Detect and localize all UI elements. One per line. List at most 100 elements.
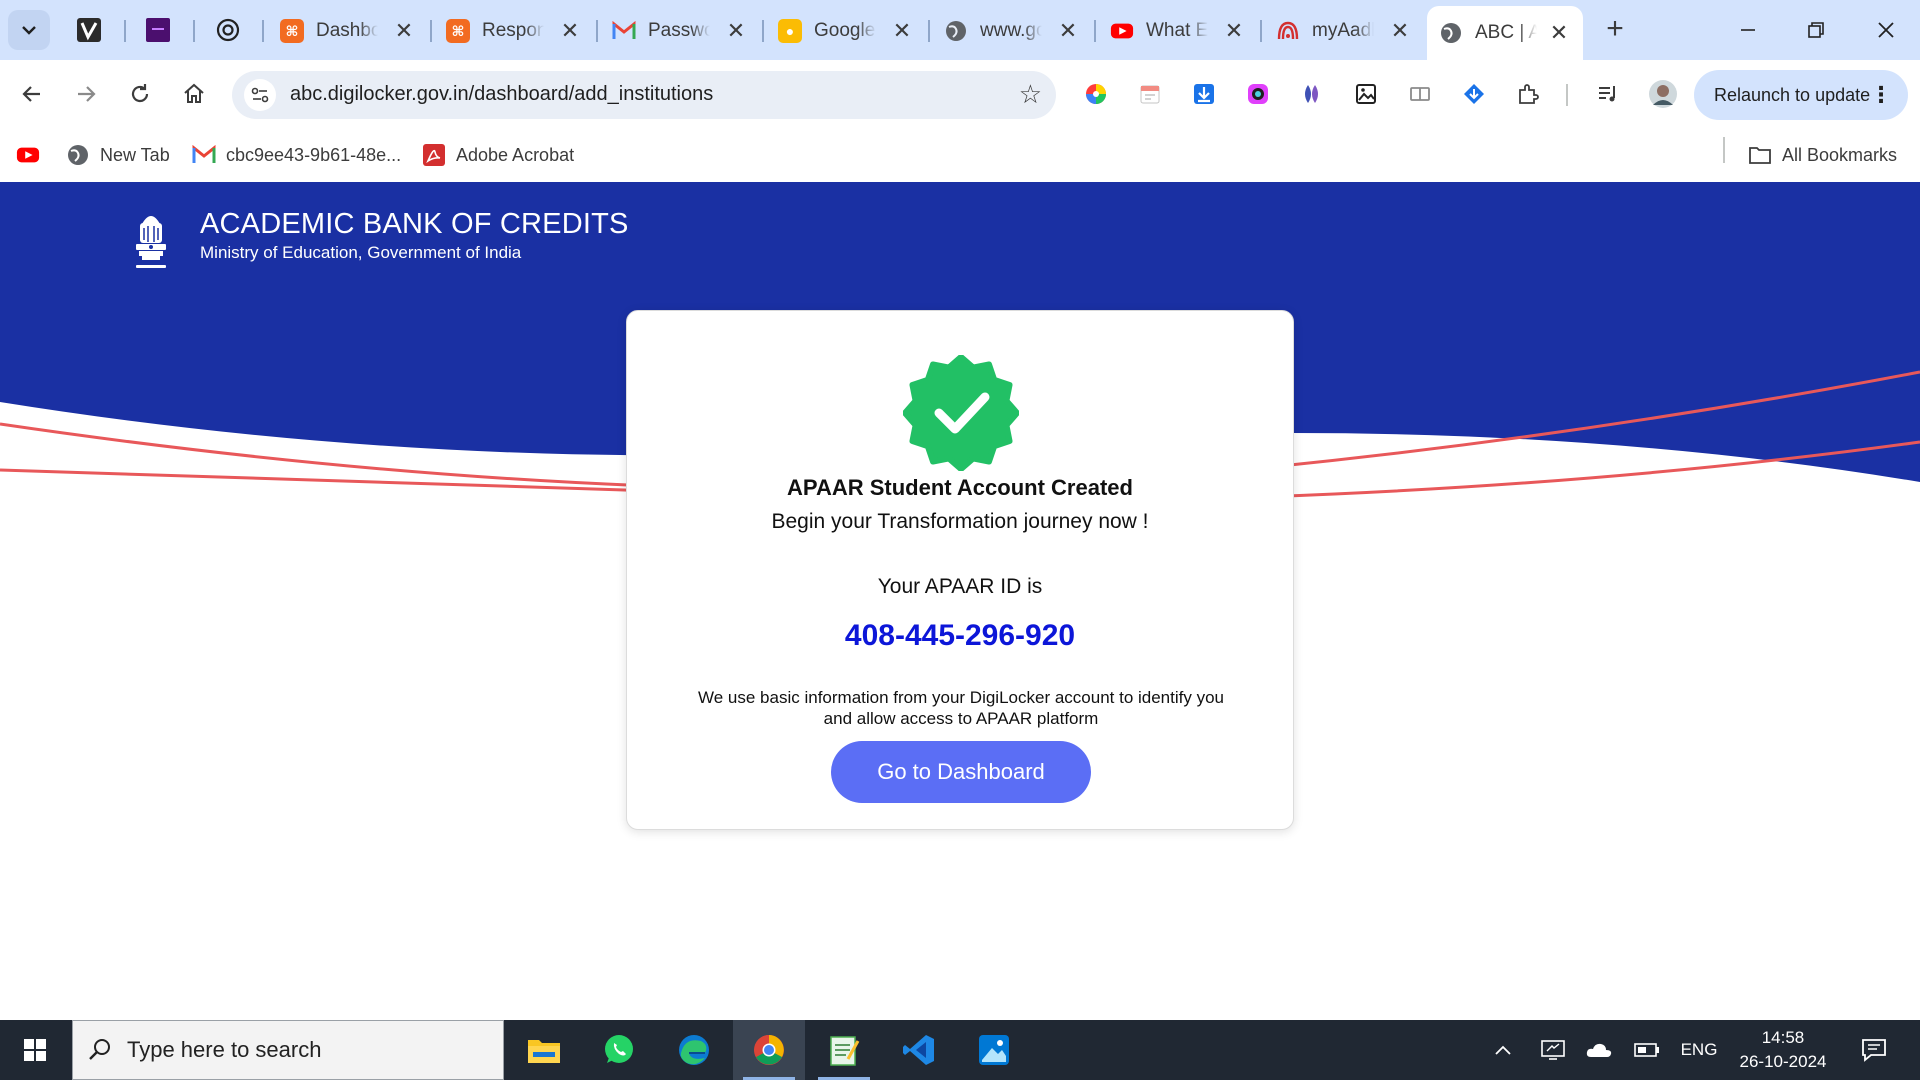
reader-mode-extension-icon[interactable]: [1406, 80, 1434, 108]
pinned-tab-vpn[interactable]: [71, 12, 107, 48]
more-vert-icon[interactable]: ⋮: [1870, 82, 1892, 108]
taskbar-search-box[interactable]: Type here to search: [72, 1020, 504, 1080]
taskbar-photos[interactable]: [958, 1020, 1030, 1080]
calendar-extension-icon[interactable]: [1136, 80, 1164, 108]
taskbar-file-explorer[interactable]: [508, 1020, 580, 1080]
pinned-tab-purple[interactable]: [140, 12, 176, 48]
tab-separator: [1260, 20, 1262, 42]
url-text[interactable]: abc.digilocker.gov.in/dashboard/add_inst…: [290, 83, 713, 106]
tray-overflow-icon[interactable]: [1488, 1020, 1518, 1080]
aadhaar-icon: [1276, 19, 1300, 43]
color-picker-extension-icon[interactable]: [1082, 80, 1110, 108]
close-icon[interactable]: ✕: [1388, 18, 1412, 44]
bookmarks-bar: New Tab cbc9ee43-9b61-48e... Adobe Acrob…: [0, 128, 1920, 182]
tab-youtube[interactable]: What E ✕: [1098, 8, 1258, 54]
diamond-extension-icon[interactable]: [1460, 80, 1488, 108]
image-extension-icon[interactable]: [1352, 80, 1380, 108]
globe-icon: [1439, 21, 1463, 45]
close-icon[interactable]: ✕: [890, 18, 914, 44]
new-tab-button[interactable]: +: [1597, 12, 1633, 48]
tray-device-icon[interactable]: [1536, 1020, 1570, 1080]
restore-button[interactable]: [1786, 8, 1846, 52]
tab-www[interactable]: www.gc ✕: [932, 8, 1092, 54]
forward-button[interactable]: [66, 74, 106, 114]
youtube-icon: [1110, 19, 1134, 43]
profile-avatar[interactable]: [1648, 79, 1678, 109]
close-icon[interactable]: ✕: [1056, 18, 1080, 44]
tab-label: myAadh: [1312, 20, 1374, 41]
notifications-icon[interactable]: [1852, 1020, 1896, 1080]
globe-icon: [944, 19, 968, 43]
tab-google-keep[interactable]: ● Google ✕: [766, 8, 926, 54]
bookmark-label: cbc9ee43-9b61-48e...: [226, 144, 402, 165]
apaar-id-value: 408-445-296-920: [844, 619, 1076, 652]
battery-icon[interactable]: [1630, 1020, 1664, 1080]
tab-myaadhaar[interactable]: myAadh ✕: [1264, 8, 1424, 54]
swirl-extension-icon[interactable]: [1298, 80, 1326, 108]
folder-icon: [1748, 143, 1772, 167]
minimize-icon: [1741, 29, 1755, 31]
file-explorer-icon: [528, 1040, 560, 1063]
verified-check-icon: [903, 355, 1019, 471]
tab-password[interactable]: Passwo ✕: [600, 8, 760, 54]
bookmark-gmail[interactable]: cbc9ee43-9b61-48e...: [192, 140, 401, 170]
tab-response[interactable]: ⌘ Respon ✕: [434, 8, 594, 54]
bookmark-new-tab[interactable]: New Tab: [66, 140, 170, 170]
tab-dashboard[interactable]: ⌘ Dashbo ✕: [268, 8, 428, 54]
close-icon[interactable]: ✕: [558, 18, 582, 44]
media-controls-icon[interactable]: [1594, 80, 1622, 108]
taskbar-edge[interactable]: [658, 1020, 730, 1080]
back-button[interactable]: [12, 74, 52, 114]
taskbar-chrome[interactable]: [733, 1020, 805, 1080]
screen-recorder-extension-icon[interactable]: [1244, 80, 1272, 108]
restore-icon: [1808, 22, 1824, 38]
relaunch-to-update-button[interactable]: Relaunch to update ⋮: [1694, 70, 1908, 120]
edge-icon: [679, 1035, 709, 1065]
toolbar-separator: [1566, 84, 1568, 106]
xampp-icon: ⌘: [446, 19, 470, 43]
tab-label: Dashbo: [316, 20, 378, 41]
pinned-tab-chatgpt[interactable]: [210, 12, 246, 48]
clock[interactable]: 14:58 26-10-2024: [1728, 1026, 1838, 1074]
bookmarks-separator: [1723, 137, 1725, 163]
taskbar-vscode[interactable]: [883, 1020, 955, 1080]
youtube-icon: [16, 143, 40, 167]
home-button[interactable]: [174, 74, 214, 114]
success-card: APAAR Student Account Created Begin your…: [626, 310, 1294, 830]
taskbar-whatsapp[interactable]: [583, 1020, 655, 1080]
tab-abc-active[interactable]: ABC | A ✕: [1427, 6, 1583, 60]
minimize-button[interactable]: [1718, 8, 1778, 52]
go-to-dashboard-button[interactable]: Go to Dashboard: [831, 741, 1091, 803]
taskbar-notepad[interactable]: [808, 1020, 880, 1080]
close-icon[interactable]: ✕: [1222, 18, 1246, 44]
site-settings-icon[interactable]: [244, 79, 276, 111]
windows-logo-icon: [24, 1039, 46, 1061]
arrow-right-icon: [78, 86, 96, 102]
globe-icon: [66, 143, 90, 167]
acrobat-icon: [422, 143, 446, 167]
start-button[interactable]: [0, 1020, 70, 1080]
gmail-icon: [192, 143, 216, 167]
close-icon[interactable]: ✕: [1547, 20, 1571, 46]
chevron-down-icon: [22, 26, 36, 35]
close-window-button[interactable]: [1856, 8, 1916, 52]
tab-search-button[interactable]: [8, 10, 50, 50]
close-icon[interactable]: ✕: [392, 18, 416, 44]
language-indicator[interactable]: ENG: [1676, 1020, 1722, 1080]
extensions-puzzle-icon[interactable]: [1514, 80, 1542, 108]
tab-label: Google: [814, 20, 876, 41]
reload-button[interactable]: [120, 74, 160, 114]
bookmark-youtube[interactable]: [16, 140, 50, 170]
chatgpt-icon: [216, 18, 240, 42]
all-bookmarks-button[interactable]: All Bookmarks: [1748, 140, 1897, 170]
bookmark-adobe-acrobat[interactable]: Adobe Acrobat: [422, 140, 574, 170]
close-icon[interactable]: ✕: [724, 18, 748, 44]
photos-icon: [979, 1035, 1009, 1065]
relaunch-label: Relaunch to update: [1714, 84, 1871, 105]
xampp-icon: ⌘: [280, 19, 304, 43]
tab-separator: [430, 20, 432, 42]
address-bar[interactable]: abc.digilocker.gov.in/dashboard/add_inst…: [232, 71, 1056, 119]
onedrive-cloud-icon[interactable]: [1582, 1020, 1616, 1080]
download-extension-icon[interactable]: [1190, 80, 1218, 108]
bookmark-star-icon[interactable]: ☆: [1019, 79, 1042, 110]
